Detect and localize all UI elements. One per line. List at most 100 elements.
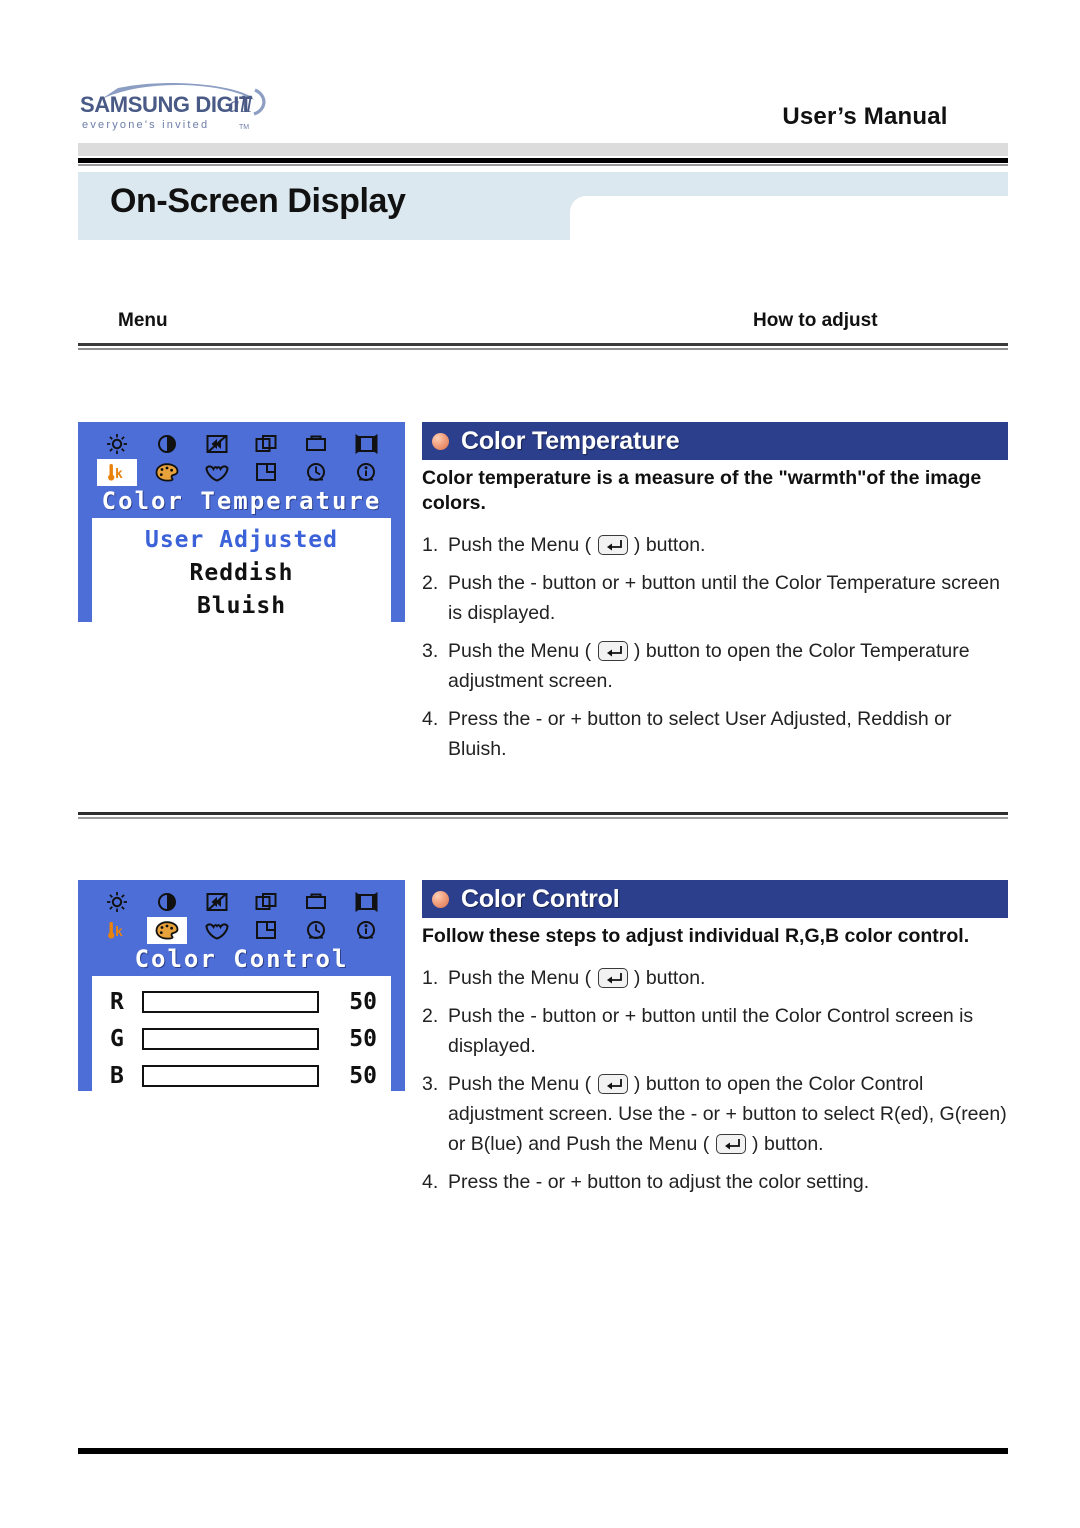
step-number: 4. — [422, 708, 439, 730]
header-rule-thin — [78, 164, 1008, 166]
instruction-step: 1. Push the Menu ( ) button. — [422, 963, 1008, 993]
section-divider-thick — [78, 812, 1008, 815]
section-color-temperature: Color Temperature Color temperature is a… — [422, 422, 1008, 772]
osd-slider-row: G 50 — [92, 1020, 391, 1057]
svg-text:all: all — [228, 92, 252, 117]
columns-rule-thick — [78, 343, 1008, 346]
osd-icon-information-icon[interactable] — [346, 459, 386, 486]
osd-icon-brightness-icon[interactable] — [97, 889, 137, 916]
osd-icon-color-control-icon[interactable] — [147, 459, 187, 486]
step-text: Push the - button or + button until the … — [448, 1005, 974, 1057]
osd-icon-pincushion-icon[interactable] — [346, 431, 386, 458]
osd-rgb-sliders: R 50 G 50 B 50 — [92, 976, 391, 1096]
osd-option-reddish[interactable]: Reddish — [92, 557, 391, 590]
manual-page: SAMSUNG DIGIT all everyone's invited TM … — [0, 0, 1080, 1528]
menu-button-icon — [597, 641, 628, 661]
instruction-step: 3. Push the Menu ( ) button to open the C… — [422, 636, 1008, 696]
menu-button-icon — [715, 1134, 746, 1154]
osd-slider-track[interactable] — [142, 1027, 319, 1050]
osd-slider-value: 50 — [349, 988, 377, 1015]
instruction-step: 2. Push the - button or + button until th… — [422, 568, 1008, 628]
osd-icon-pincushion-icon[interactable] — [346, 889, 386, 916]
osd-icon-color-temperature-icon[interactable]: k — [96, 458, 137, 486]
samsung-logo: SAMSUNG DIGIT all everyone's invited TM — [78, 78, 278, 134]
section-lead-text: Color temperature is a measure of the "w… — [422, 467, 982, 514]
osd-icon-grid-1: k — [92, 430, 391, 486]
step-number: 1. — [422, 967, 439, 989]
osd-icon-position-icon[interactable] — [197, 431, 237, 458]
page-title: On-Screen Display — [110, 182, 406, 220]
section-color-control: Color Control Follow these steps to adju… — [422, 880, 1008, 1205]
osd-screen-color-temperature: k Color Temperature User Adjusted Reddis… — [78, 422, 405, 630]
osd-icon-h-size-icon[interactable] — [246, 889, 286, 916]
osd-icon-brightness-icon[interactable] — [97, 431, 137, 458]
svg-text:everyone's invited: everyone's invited — [82, 119, 209, 131]
osd-icon-reset-timer-icon[interactable] — [296, 459, 336, 486]
step-number: 1. — [422, 534, 439, 556]
page-title-band-notch — [570, 196, 1010, 242]
columns-rule-thin — [78, 348, 1008, 350]
osd-icon-color-control-icon[interactable] — [146, 916, 187, 944]
instruction-step: 4. Press the - or + button to select User… — [422, 704, 1008, 764]
osd-option-bluish[interactable]: Bluish — [92, 590, 391, 623]
step-text: Push the - button or + button until the … — [448, 572, 1000, 624]
step-text: Push the Menu ( ) button. — [448, 967, 706, 989]
osd-menu-label-1: Color Temperature — [101, 487, 382, 515]
osd-options-list: User Adjusted Reddish Bluish — [92, 518, 391, 630]
step-text: Push the Menu ( ) button. — [448, 534, 706, 556]
menu-button-icon — [597, 1074, 628, 1094]
osd-slider-row: B 50 — [92, 1057, 391, 1094]
osd-icon-v-size-icon[interactable] — [296, 431, 336, 458]
osd-icon-information-icon[interactable] — [346, 917, 386, 944]
osd-icon-osd-position-icon[interactable] — [246, 917, 286, 944]
svg-text:k: k — [115, 925, 123, 940]
instruction-step: 2. Push the - button or + button until th… — [422, 1001, 1008, 1061]
osd-icon-contrast-icon[interactable] — [147, 889, 187, 916]
step-text: Press the - or + button to adjust the co… — [448, 1171, 870, 1193]
section-header-color-temperature: Color Temperature — [422, 422, 1008, 460]
osd-screen-color-control: k Color Control R 50 G 50 B 50 — [78, 880, 405, 1096]
osd-icon-v-size-icon[interactable] — [296, 889, 336, 916]
step-number: 2. — [422, 572, 439, 594]
menu-button-icon — [597, 968, 628, 988]
instruction-step: 3. Push the Menu ( ) button to open the C… — [422, 1069, 1008, 1159]
step-text: Push the Menu ( ) button to open the Col… — [448, 640, 970, 692]
osd-icon-reset-timer-icon[interactable] — [296, 917, 336, 944]
osd-slider-track[interactable] — [142, 1064, 319, 1087]
header-gray-band — [78, 143, 1008, 156]
section-title: Color Control — [461, 884, 620, 913]
step-number: 2. — [422, 1005, 439, 1027]
bullet-sphere-icon — [432, 890, 449, 908]
instruction-step: 4. Press the - or + button to adjust the … — [422, 1167, 1008, 1197]
section-steps-list: 1. Push the Menu ( ) button. 2. Push the - … — [422, 530, 1008, 764]
osd-icon-contrast-icon[interactable] — [147, 431, 187, 458]
section-steps-list: 1. Push the Menu ( ) button. 2. Push the - … — [422, 963, 1008, 1197]
osd-slider-channel: B — [110, 1062, 124, 1089]
header-rule-thick — [78, 158, 1008, 163]
footer-rule — [78, 1448, 1008, 1454]
instruction-step: 1. Push the Menu ( ) button. — [422, 530, 1008, 560]
step-number: 3. — [422, 1073, 439, 1095]
osd-icon-image-lock-icon[interactable] — [197, 917, 237, 944]
svg-text:TM: TM — [239, 124, 249, 131]
osd-menu-label-2: Color Control — [134, 945, 349, 973]
osd-icon-h-size-icon[interactable] — [246, 431, 286, 458]
step-number: 4. — [422, 1171, 439, 1193]
osd-icon-color-temperature-icon[interactable]: k — [97, 917, 137, 944]
osd-slider-channel: R — [110, 988, 124, 1015]
osd-icon-position-icon[interactable] — [197, 889, 237, 916]
osd-slider-track[interactable] — [142, 990, 319, 1013]
osd-slider-value: 50 — [349, 1062, 377, 1089]
osd-slider-channel: G — [110, 1025, 124, 1052]
bullet-sphere-icon — [432, 432, 449, 450]
users-manual-label: User’s Manual — [782, 103, 948, 130]
section-title: Color Temperature — [461, 426, 680, 455]
section-divider-thin — [78, 817, 1008, 819]
osd-icon-image-lock-icon[interactable] — [197, 459, 237, 486]
column-header-menu: Menu — [118, 310, 168, 331]
osd-icon-osd-position-icon[interactable] — [246, 459, 286, 486]
step-number: 3. — [422, 640, 439, 662]
osd-option-user-adjusted[interactable]: User Adjusted — [92, 524, 391, 557]
section-header-color-control: Color Control — [422, 880, 1008, 918]
osd-slider-row: R 50 — [92, 983, 391, 1020]
